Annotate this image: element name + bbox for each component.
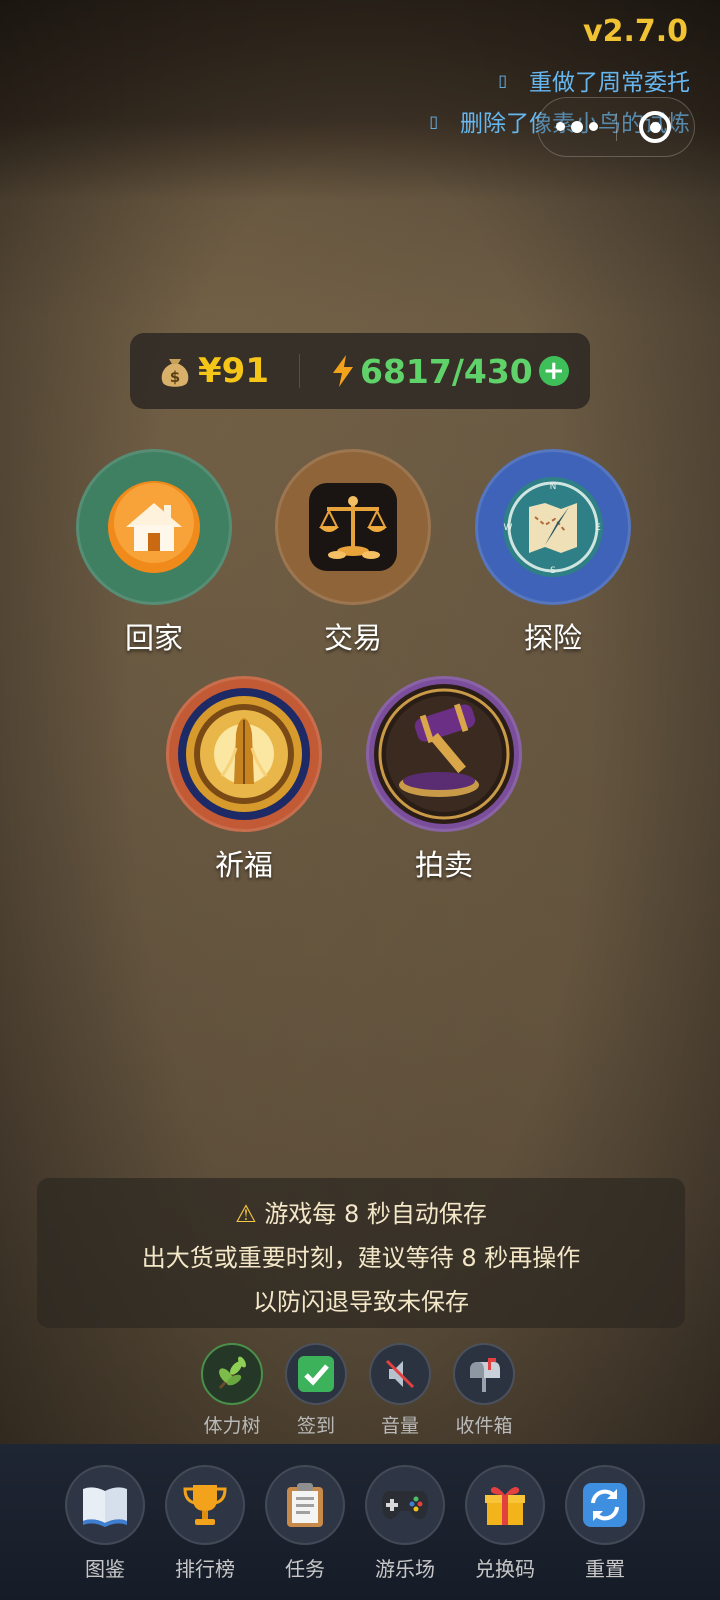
nav-redeem[interactable]: 兑换码 bbox=[457, 1465, 553, 1582]
gavel-icon bbox=[374, 684, 514, 824]
branch-icon bbox=[218, 1356, 246, 1390]
money-value: ¥91 bbox=[198, 351, 269, 391]
tasks-circle bbox=[265, 1465, 345, 1545]
energy-display: 6817/430 + bbox=[330, 352, 569, 391]
money-bag-icon: $ bbox=[161, 359, 189, 387]
trade-circle bbox=[275, 449, 431, 605]
bullet-icon: ▯ bbox=[498, 70, 507, 90]
close-miniprogram-icon[interactable] bbox=[617, 111, 695, 143]
leaderboard-circle bbox=[165, 1465, 245, 1545]
pray-circle bbox=[166, 676, 322, 832]
explore-label: 探险 bbox=[523, 621, 582, 655]
volume-label: 音量 bbox=[380, 1415, 419, 1437]
bullet-icon: ▯ bbox=[429, 111, 438, 131]
playground-label: 游乐场 bbox=[375, 1557, 435, 1581]
playground-circle bbox=[365, 1465, 445, 1545]
nav-tasks[interactable]: 任务 bbox=[257, 1465, 353, 1582]
svg-text:$: $ bbox=[170, 368, 180, 386]
svg-text:E: E bbox=[595, 523, 601, 533]
stamina-tree-circle bbox=[201, 1343, 263, 1405]
volume-button[interactable]: 音量 bbox=[360, 1343, 440, 1438]
changelog-item: ▯ 重做了周常委托 bbox=[498, 63, 690, 97]
trophy-icon bbox=[183, 1485, 227, 1525]
nav-reset[interactable]: 重置 bbox=[557, 1465, 653, 1582]
mute-icon bbox=[385, 1359, 415, 1389]
house-icon bbox=[108, 481, 200, 573]
scales-icon bbox=[309, 483, 397, 571]
notice-text-2: 出大货或重要时刻，建议等待 8 秒再操作 bbox=[141, 1244, 581, 1272]
resource-bar: $ ¥91 6817/430 + bbox=[130, 333, 590, 409]
checkin-label: 签到 bbox=[296, 1415, 335, 1437]
checkin-circle bbox=[285, 1343, 347, 1405]
inbox-button[interactable]: 收件箱 bbox=[444, 1343, 524, 1438]
trade-button[interactable]: 交易 bbox=[273, 449, 433, 657]
auction-button[interactable]: 拍卖 bbox=[364, 676, 524, 884]
explore-button[interactable]: N S W E 探险 bbox=[473, 449, 633, 657]
pray-label: 祈福 bbox=[214, 848, 273, 882]
nav-leaderboard[interactable]: 排行榜 bbox=[157, 1465, 253, 1582]
mailbox-icon bbox=[470, 1358, 500, 1392]
redeem-circle bbox=[465, 1465, 545, 1545]
warning-icon: ⚠ bbox=[235, 1200, 257, 1228]
checkin-button[interactable]: 签到 bbox=[276, 1343, 356, 1438]
redeem-label: 兑换码 bbox=[475, 1557, 535, 1581]
notice-text-1: 游戏每 8 秒自动保存 bbox=[264, 1200, 487, 1228]
home-label: 回家 bbox=[124, 621, 183, 655]
reset-label: 重置 bbox=[585, 1557, 625, 1581]
miniprogram-capsule bbox=[537, 97, 695, 157]
explore-circle: N S W E bbox=[475, 449, 631, 605]
leaderboard-label: 排行榜 bbox=[175, 1557, 235, 1581]
nav-collection[interactable]: 图鉴 bbox=[57, 1465, 153, 1582]
stamina-tree-label: 体力树 bbox=[203, 1415, 261, 1437]
checkmark-icon bbox=[298, 1356, 334, 1392]
auction-circle bbox=[366, 676, 522, 832]
inbox-circle bbox=[453, 1343, 515, 1405]
pray-button[interactable]: 祈福 bbox=[164, 676, 324, 884]
notice-text-3: 以防闪退导致未保存 bbox=[253, 1288, 469, 1316]
home-button[interactable]: 回家 bbox=[74, 449, 234, 657]
svg-text:W: W bbox=[504, 523, 513, 533]
book-icon bbox=[83, 1487, 127, 1527]
collection-label: 图鉴 bbox=[85, 1557, 125, 1581]
svg-text:S: S bbox=[550, 566, 556, 576]
energy-value: 6817/430 bbox=[359, 351, 533, 391]
volume-circle bbox=[369, 1343, 431, 1405]
compass-map-icon: N S W E bbox=[503, 477, 603, 577]
gift-icon bbox=[485, 1487, 525, 1525]
home-circle bbox=[76, 449, 232, 605]
svg-text:N: N bbox=[550, 482, 557, 492]
trade-label: 交易 bbox=[323, 621, 382, 655]
tasks-label: 任务 bbox=[285, 1557, 325, 1581]
autosave-notice: ⚠ 游戏每 8 秒自动保存 出大货或重要时刻，建议等待 8 秒再操作 以防闪退导… bbox=[37, 1178, 685, 1328]
version-label: v2.7.0 bbox=[583, 14, 688, 49]
resource-divider bbox=[298, 354, 300, 388]
more-menu-icon[interactable] bbox=[538, 120, 616, 133]
collection-circle bbox=[65, 1465, 145, 1545]
inbox-label: 收件箱 bbox=[455, 1415, 513, 1437]
nav-playground[interactable]: 游乐场 bbox=[357, 1465, 453, 1582]
clipboard-icon bbox=[287, 1483, 323, 1527]
refresh-icon bbox=[583, 1483, 627, 1527]
changelog-text: 重做了周常委托 bbox=[529, 70, 690, 96]
notice-line-1: ⚠ 游戏每 8 秒自动保存 bbox=[37, 1192, 685, 1236]
auction-label: 拍卖 bbox=[414, 848, 473, 882]
stamina-tree-button[interactable]: 体力树 bbox=[192, 1343, 272, 1438]
add-energy-button[interactable]: + bbox=[538, 356, 569, 386]
reset-circle bbox=[565, 1465, 645, 1545]
lightning-icon bbox=[332, 355, 353, 387]
gamepad-icon bbox=[382, 1491, 428, 1519]
praying-hands-icon bbox=[178, 688, 310, 820]
money-display: $ ¥91 bbox=[158, 351, 269, 391]
